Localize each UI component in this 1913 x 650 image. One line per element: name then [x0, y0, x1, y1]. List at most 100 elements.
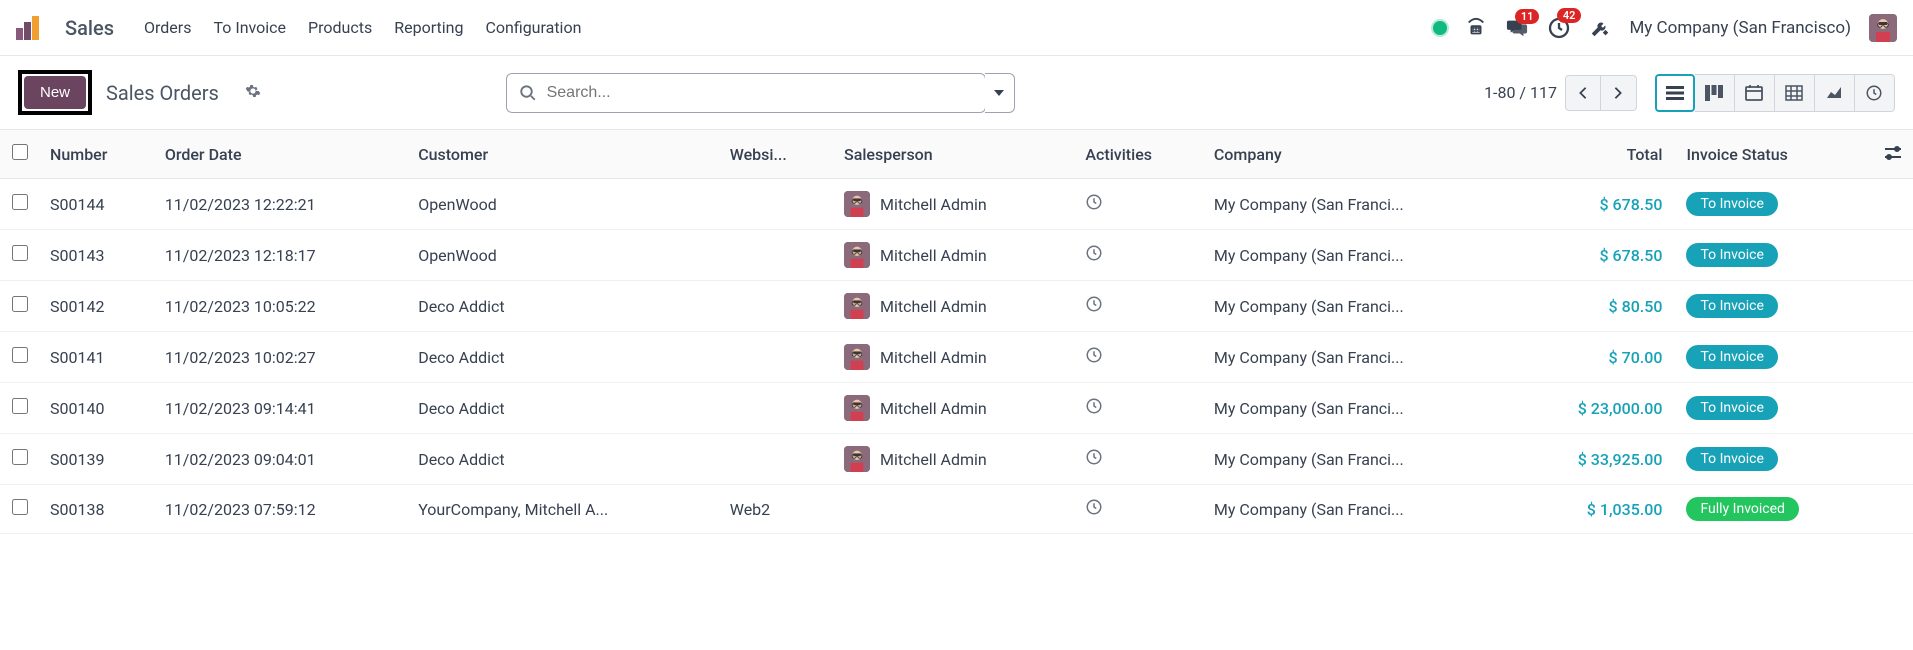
calendar-icon [1745, 85, 1763, 101]
table-row[interactable]: S0014011/02/2023 09:14:41Deco AddictMitc… [0, 383, 1913, 434]
cell-salesperson [834, 485, 1075, 534]
nav-link-to-invoice[interactable]: To Invoice [213, 18, 286, 37]
search-wrap [506, 73, 1015, 113]
salesperson-name: Mitchell Admin [880, 450, 987, 469]
cell-activities[interactable] [1075, 434, 1203, 485]
salesperson-avatar [844, 191, 870, 217]
col-customer[interactable]: Customer [408, 130, 720, 179]
row-checkbox[interactable] [12, 296, 28, 312]
search-input[interactable] [547, 84, 985, 102]
cell-order-date: 11/02/2023 07:59:12 [155, 485, 408, 534]
activity-clock-icon[interactable] [1085, 400, 1103, 419]
cell-activities[interactable] [1075, 179, 1203, 230]
view-pivot-button[interactable] [1775, 74, 1815, 112]
table-row[interactable]: S0013911/02/2023 09:04:01Deco AddictMitc… [0, 434, 1913, 485]
pager-next-button[interactable] [1601, 75, 1637, 111]
col-total[interactable]: Total [1515, 130, 1676, 179]
col-salesperson[interactable]: Salesperson [834, 130, 1075, 179]
status-badge: To Invoice [1686, 447, 1778, 471]
cell-number: S00139 [40, 434, 155, 485]
col-optional-fields[interactable] [1873, 130, 1913, 179]
salesperson-avatar [844, 242, 870, 268]
chart-icon [1825, 85, 1843, 101]
nav-link-orders[interactable]: Orders [144, 18, 191, 37]
pager-text[interactable]: 1-80 / 117 [1484, 83, 1557, 102]
cell-activities[interactable] [1075, 281, 1203, 332]
activities-clock-icon[interactable]: 42 [1547, 16, 1571, 40]
select-all-checkbox[interactable] [12, 144, 28, 160]
control-panel: New Sales Orders 1-80 / 117 [0, 56, 1913, 130]
table-row[interactable]: S0013811/02/2023 07:59:12YourCompany, Mi… [0, 485, 1913, 534]
activity-clock-icon[interactable] [1085, 298, 1103, 317]
activity-clock-icon[interactable] [1085, 349, 1103, 368]
cell-order-date: 11/02/2023 10:02:27 [155, 332, 408, 383]
nav-link-products[interactable]: Products [308, 18, 372, 37]
view-list-button[interactable] [1655, 74, 1695, 112]
sales-order-table: Number Order Date Customer Websi... Sale… [0, 130, 1913, 534]
cell-order-date: 11/02/2023 09:04:01 [155, 434, 408, 485]
activity-clock-icon[interactable] [1085, 451, 1103, 470]
search-icon [519, 84, 537, 102]
new-button[interactable]: New [24, 76, 86, 109]
pager-prev-button[interactable] [1565, 75, 1601, 111]
activity-clock-icon[interactable] [1085, 247, 1103, 266]
cell-activities[interactable] [1075, 332, 1203, 383]
cell-company: My Company (San Franci... [1204, 332, 1515, 383]
tools-icon[interactable] [1589, 17, 1611, 39]
row-checkbox[interactable] [12, 194, 28, 210]
cell-total: $ 678.50 [1515, 230, 1676, 281]
view-switcher [1655, 74, 1895, 112]
table-row[interactable]: S0014111/02/2023 10:02:27Deco AddictMitc… [0, 332, 1913, 383]
cell-number: S00144 [40, 179, 155, 230]
row-checkbox[interactable] [12, 449, 28, 465]
salesperson-name: Mitchell Admin [880, 348, 987, 367]
cell-order-date: 11/02/2023 12:22:21 [155, 179, 408, 230]
activity-clock-icon[interactable] [1085, 501, 1103, 520]
cell-salesperson: Mitchell Admin [834, 383, 1075, 434]
dialpad-icon[interactable] [1465, 17, 1487, 39]
search-box[interactable] [506, 73, 986, 113]
col-company[interactable]: Company [1204, 130, 1515, 179]
table-row[interactable]: S0014311/02/2023 12:18:17OpenWoodMitchel… [0, 230, 1913, 281]
table-row[interactable]: S0014211/02/2023 10:05:22Deco AddictMitc… [0, 281, 1913, 332]
user-avatar[interactable] [1869, 14, 1897, 42]
list-icon [1666, 85, 1684, 101]
company-selector[interactable]: My Company (San Francisco) [1629, 18, 1851, 38]
cell-order-date: 11/02/2023 12:18:17 [155, 230, 408, 281]
view-activity-button[interactable] [1855, 74, 1895, 112]
col-invoice-status[interactable]: Invoice Status [1676, 130, 1873, 179]
status-badge: To Invoice [1686, 345, 1778, 369]
app-logo[interactable] [16, 16, 39, 40]
nav-link-configuration[interactable]: Configuration [485, 18, 581, 37]
view-calendar-button[interactable] [1735, 74, 1775, 112]
row-checkbox[interactable] [12, 347, 28, 363]
activity-clock-icon[interactable] [1085, 196, 1103, 215]
messages-icon[interactable]: 11 [1505, 17, 1529, 39]
app-name[interactable]: Sales [65, 16, 114, 40]
status-badge: To Invoice [1686, 294, 1778, 318]
view-kanban-button[interactable] [1695, 74, 1735, 112]
gear-icon[interactable] [245, 83, 261, 103]
salesperson-avatar [844, 395, 870, 421]
col-order-date[interactable]: Order Date [155, 130, 408, 179]
search-options-toggle[interactable] [985, 73, 1015, 113]
status-badge: To Invoice [1686, 243, 1778, 267]
cell-activities[interactable] [1075, 383, 1203, 434]
row-checkbox[interactable] [12, 499, 28, 515]
cell-activities[interactable] [1075, 485, 1203, 534]
nav-link-reporting[interactable]: Reporting [394, 18, 463, 37]
chevron-right-icon [1613, 86, 1623, 100]
cell-customer: YourCompany, Mitchell A... [408, 485, 720, 534]
cell-website [720, 332, 834, 383]
col-activities[interactable]: Activities [1075, 130, 1203, 179]
col-number[interactable]: Number [40, 130, 155, 179]
cell-activities[interactable] [1075, 230, 1203, 281]
col-website[interactable]: Websi... [720, 130, 834, 179]
view-graph-button[interactable] [1815, 74, 1855, 112]
row-checkbox[interactable] [12, 245, 28, 261]
cell-total: $ 80.50 [1515, 281, 1676, 332]
row-checkbox[interactable] [12, 398, 28, 414]
table-row[interactable]: S0014411/02/2023 12:22:21OpenWoodMitchel… [0, 179, 1913, 230]
cell-salesperson: Mitchell Admin [834, 179, 1075, 230]
cell-website [720, 230, 834, 281]
